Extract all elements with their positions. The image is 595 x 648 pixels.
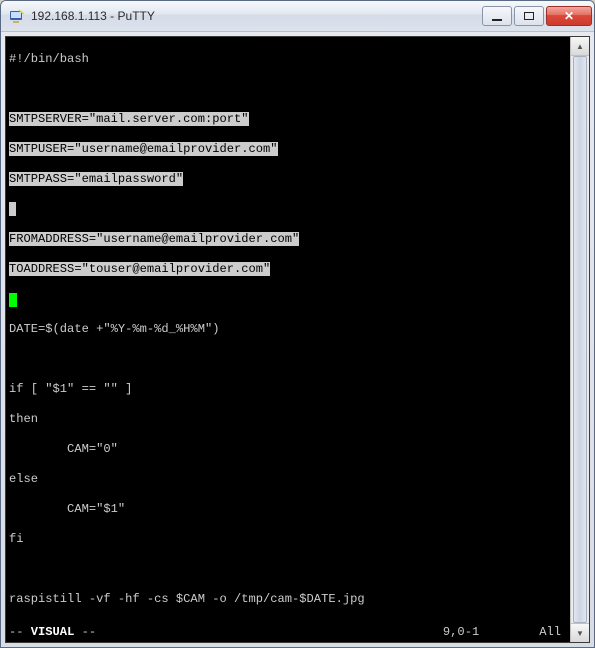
code-line: then — [9, 412, 38, 426]
code-line: CAM="$1" — [9, 502, 125, 516]
cursor-position: 9,0-1 — [443, 625, 539, 640]
putty-icon — [9, 8, 25, 24]
terminal-content[interactable]: #!/bin/bash SMTPSERVER="mail.server.com:… — [9, 37, 567, 642]
vim-statusbar: -- VISUAL -- 9,0-1 All — [9, 625, 567, 640]
code-line: DATE=$(date +"%Y-%m-%d_%H%M") — [9, 322, 219, 336]
code-line: SMTPUSER="username@emailprovider.com" — [9, 142, 278, 156]
minimize-button[interactable] — [482, 6, 512, 26]
mode-indicator: -- VISUAL -- — [9, 625, 96, 640]
window-title: 192.168.1.113 - PuTTY — [31, 9, 480, 23]
code-line: FROMADDRESS="username@emailprovider.com" — [9, 232, 299, 246]
code-line: #!/bin/bash — [9, 52, 89, 66]
terminal-area[interactable]: #!/bin/bash SMTPSERVER="mail.server.com:… — [5, 36, 590, 643]
scroll-percent: All — [539, 625, 567, 640]
scrollbar-thumb[interactable] — [573, 56, 587, 623]
app-window: 192.168.1.113 - PuTTY #!/bin/bash SMTPSE… — [0, 0, 595, 648]
code-line: CAM="0" — [9, 442, 118, 456]
scroll-up-button[interactable]: ▲ — [571, 37, 589, 56]
code-line: SMTPPASS="emailpassword" — [9, 172, 183, 186]
code-line: raspistill -vf -hf -cs $CAM -o /tmp/cam-… — [9, 592, 365, 606]
cursor-icon — [9, 293, 17, 307]
code-line: fi — [9, 532, 24, 546]
vertical-scrollbar[interactable]: ▲ ▼ — [570, 37, 589, 642]
close-button[interactable] — [546, 6, 592, 26]
scroll-down-button[interactable]: ▼ — [571, 623, 589, 642]
window-controls — [480, 6, 592, 26]
code-line: if [ "$1" == "" ] — [9, 382, 132, 396]
selected-blank — [9, 202, 16, 216]
maximize-button[interactable] — [514, 6, 544, 26]
code-line: SMTPSERVER="mail.server.com:port" — [9, 112, 249, 126]
scrollbar-track[interactable] — [571, 56, 589, 623]
code-line: else — [9, 472, 38, 486]
titlebar[interactable]: 192.168.1.113 - PuTTY — [1, 1, 594, 32]
code-line: TOADDRESS="touser@emailprovider.com" — [9, 262, 270, 276]
